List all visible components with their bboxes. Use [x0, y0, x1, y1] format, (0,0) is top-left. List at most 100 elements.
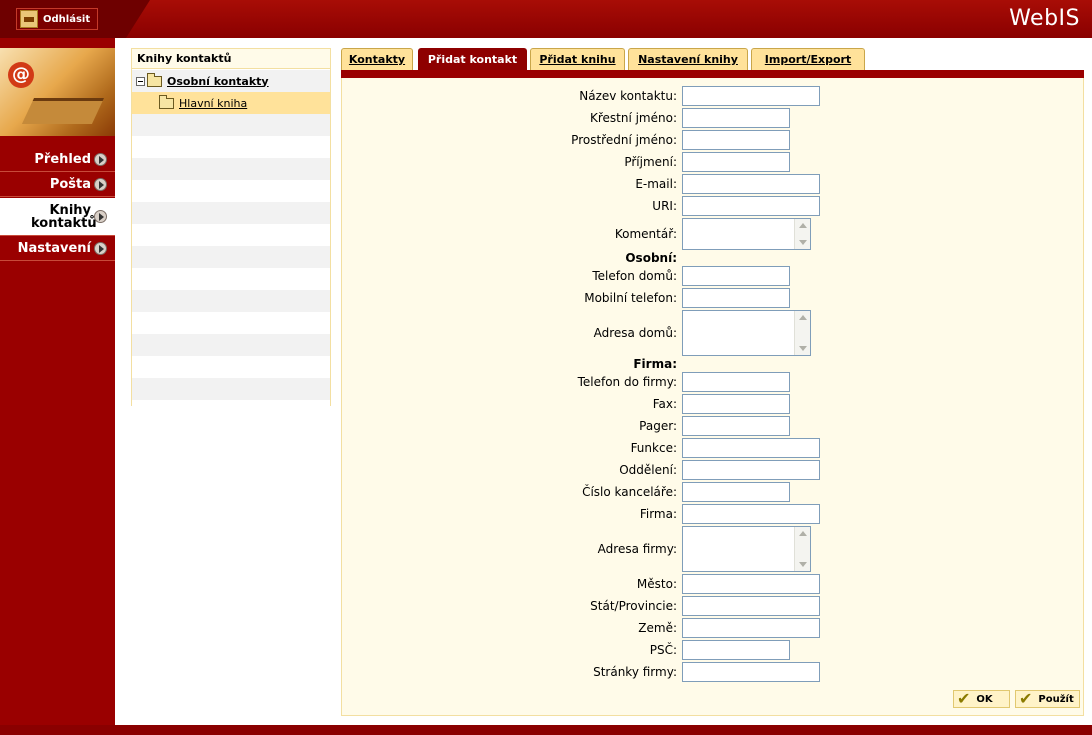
company-address-textarea[interactable] — [682, 526, 811, 572]
position-input[interactable] — [682, 438, 820, 458]
label-fax: Fax: — [652, 397, 677, 411]
tab-import-export[interactable]: Import/Export — [751, 48, 865, 70]
contact-name-input[interactable] — [682, 86, 820, 106]
list-row — [132, 400, 330, 415]
list-row — [132, 378, 330, 400]
arrow-right-icon — [94, 209, 107, 223]
nav-item-contact-books[interactable]: Knihy kontaktů — [0, 198, 115, 236]
logout-label: Odhlásit — [43, 13, 91, 25]
label-office-number: Číslo kanceláře: — [582, 485, 677, 499]
laptop-illustration — [21, 98, 105, 124]
tree-item-label[interactable]: Osobní kontakty — [167, 75, 269, 88]
label-home-phone: Telefon domů: — [592, 269, 677, 283]
ok-label: OK — [976, 693, 993, 705]
list-row — [132, 136, 330, 158]
logout-button[interactable]: Odhlásit — [16, 8, 98, 30]
fax-input[interactable] — [682, 394, 790, 414]
email-input[interactable] — [682, 174, 820, 194]
arrow-right-icon — [94, 152, 107, 166]
nav-item-mail[interactable]: Pošta — [0, 173, 115, 197]
list-row — [132, 246, 330, 268]
label-last-name: Příjmení: — [624, 155, 677, 169]
pager-input[interactable] — [682, 416, 790, 436]
tree-item-main-book[interactable]: Hlavní kniha — [132, 92, 330, 114]
nav-item-settings[interactable]: Nastavení — [0, 237, 115, 261]
tab-book-settings[interactable]: Nastavení knihy — [628, 48, 748, 70]
nav-item-label: Přehled — [34, 152, 91, 167]
hero-image: @ — [0, 48, 115, 136]
work-phone-input[interactable] — [682, 372, 790, 392]
label-company: Firma: — [639, 507, 677, 521]
home-address-textarea[interactable] — [682, 310, 811, 356]
add-contact-form: Název kontaktu: Křestní jméno: Prostředn… — [341, 78, 1084, 716]
label-zip: PSČ: — [649, 643, 677, 657]
nav-item-label: Pošta — [49, 177, 91, 192]
list-row — [132, 290, 330, 312]
comment-textarea[interactable] — [682, 218, 811, 250]
city-input[interactable] — [682, 574, 820, 594]
tree-item-personal-contacts[interactable]: Osobní kontakty — [132, 70, 330, 92]
label-work-phone: Telefon do firmy: — [577, 375, 677, 389]
tree-item-label[interactable]: Hlavní kniha — [179, 97, 247, 110]
label-mobile-phone: Mobilní telefon: — [584, 291, 677, 305]
label-company-address: Adresa firmy: — [597, 542, 677, 556]
logout-icon — [20, 10, 38, 28]
label-email: E-mail: — [635, 177, 677, 191]
label-website: Stránky firmy: — [593, 665, 677, 679]
apply-label: Použít — [1038, 693, 1074, 705]
folder-icon — [159, 94, 174, 109]
label-pager: Pager: — [639, 419, 677, 433]
middle-name-input[interactable] — [682, 130, 790, 150]
website-input[interactable] — [682, 662, 820, 682]
scrollbar[interactable] — [794, 311, 810, 355]
uri-input[interactable] — [682, 196, 820, 216]
list-row — [132, 202, 330, 224]
list-row — [132, 180, 330, 202]
list-row — [132, 114, 330, 136]
scrollbar[interactable] — [794, 219, 810, 249]
ok-button[interactable]: ✔ OK — [953, 690, 1010, 708]
section-personal: Osobní: — [625, 251, 677, 265]
nav-item-label: Nastavení — [17, 241, 91, 256]
at-sign-icon: @ — [8, 62, 34, 88]
nav-item-overview[interactable]: Přehled — [0, 148, 115, 172]
nav-item-label: Knihy kontaktů — [31, 202, 97, 231]
company-input[interactable] — [682, 504, 820, 524]
state-input[interactable] — [682, 596, 820, 616]
last-name-input[interactable] — [682, 152, 790, 172]
first-name-input[interactable] — [682, 108, 790, 128]
footer-bar — [0, 725, 1092, 735]
list-row — [132, 224, 330, 246]
apply-button[interactable]: ✔ Použít — [1015, 690, 1080, 708]
label-uri: URI: — [652, 199, 677, 213]
arrow-right-icon — [94, 177, 107, 191]
section-company: Firma: — [633, 357, 677, 371]
list-row — [132, 334, 330, 356]
label-comment: Komentář: — [614, 227, 677, 241]
folder-open-icon — [147, 72, 162, 87]
check-icon: ✔ — [1019, 689, 1033, 708]
label-contact-name: Název kontaktu: — [579, 89, 677, 103]
left-navigation: @ Přehled Pošta Knihy kontaktů Nastavení — [0, 38, 115, 725]
department-input[interactable] — [682, 460, 820, 480]
collapse-icon[interactable] — [136, 76, 145, 86]
label-city: Město: — [636, 577, 677, 591]
tab-underline — [341, 70, 1084, 78]
country-input[interactable] — [682, 618, 820, 638]
list-row — [132, 312, 330, 334]
tab-add-contact[interactable]: Přidat kontakt — [418, 48, 527, 70]
list-row — [132, 356, 330, 378]
label-state: Stát/Provincie: — [590, 599, 677, 613]
scrollbar[interactable] — [794, 527, 810, 571]
office-number-input[interactable] — [682, 482, 790, 502]
contact-books-title: Knihy kontaktů — [132, 49, 330, 69]
list-row — [132, 268, 330, 290]
home-phone-input[interactable] — [682, 266, 790, 286]
check-icon: ✔ — [957, 689, 971, 708]
zip-input[interactable] — [682, 640, 790, 660]
mobile-phone-input[interactable] — [682, 288, 790, 308]
tab-contacts[interactable]: Kontakty — [341, 48, 413, 70]
label-department: Oddělení: — [619, 463, 677, 477]
label-middle-name: Prostřední jméno: — [571, 133, 677, 147]
tab-add-book[interactable]: Přidat knihu — [530, 48, 625, 70]
